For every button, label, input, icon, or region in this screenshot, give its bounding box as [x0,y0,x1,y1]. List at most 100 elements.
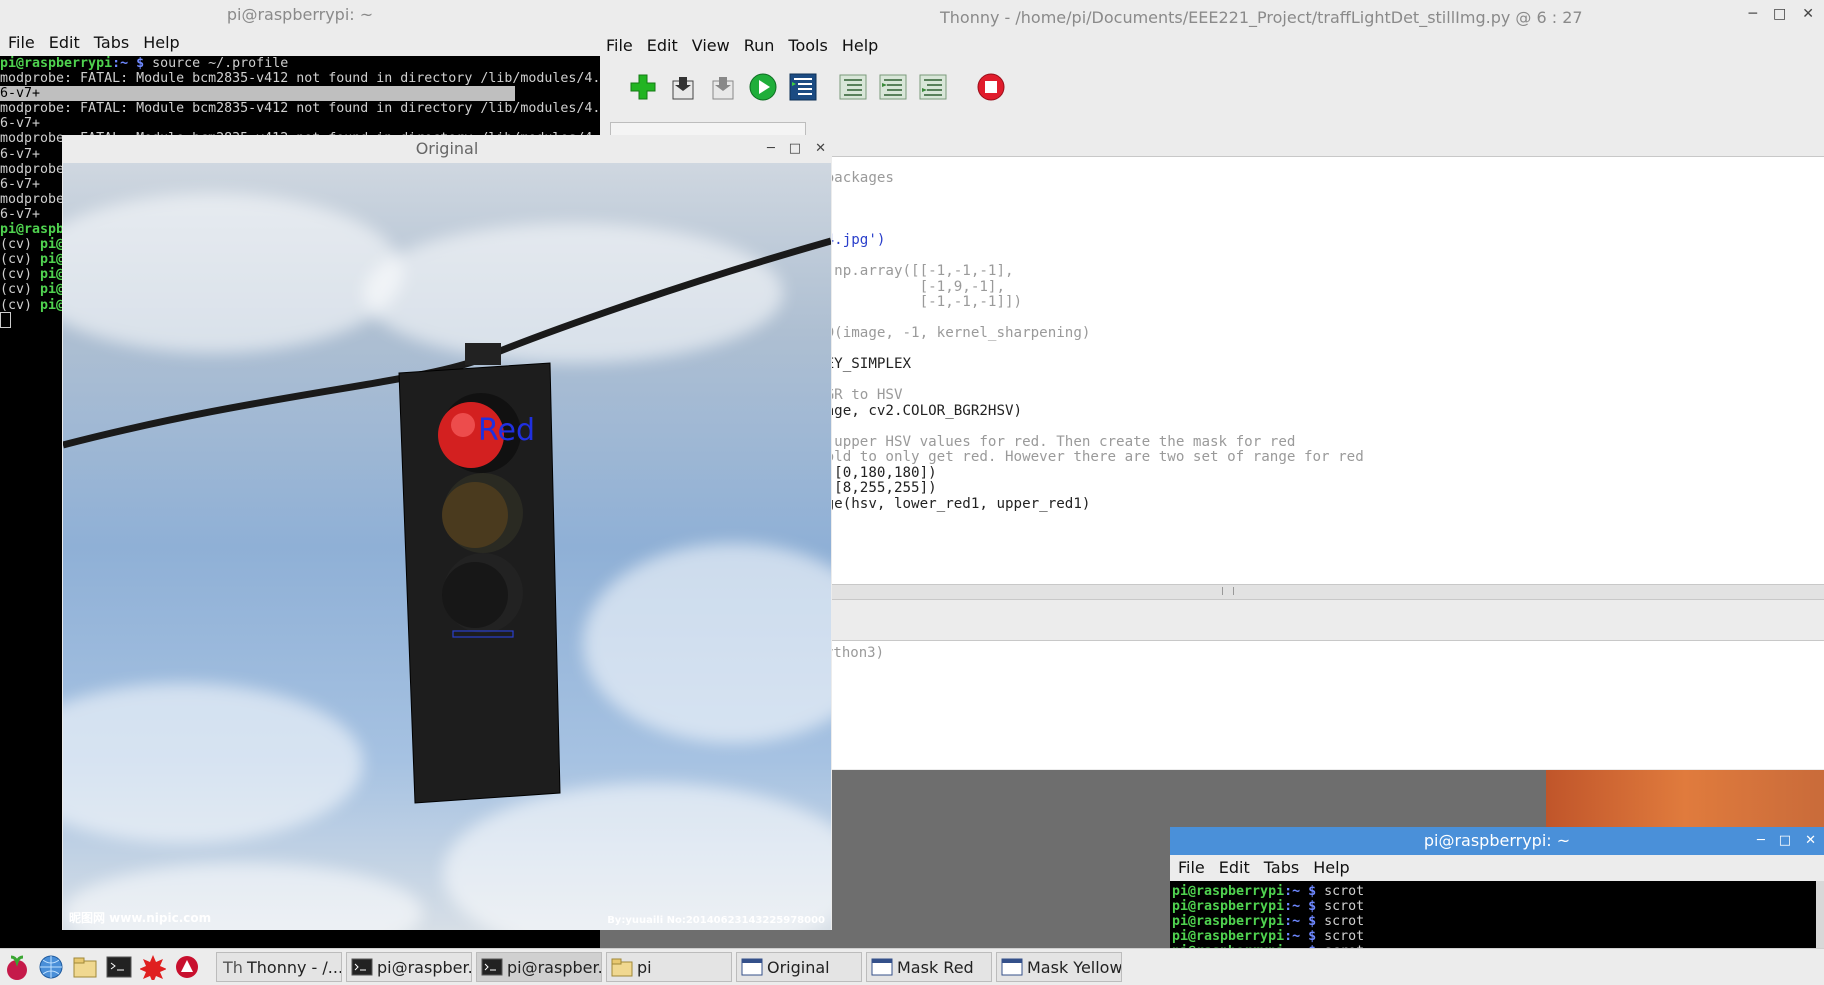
thonny-title: Thonny - /home/pi/Documents/EEE221_Proje… [940,8,1583,27]
terminal-title: pi@raspberrypi: ~ [1423,831,1571,850]
menu-view[interactable]: View [692,36,730,55]
line-text: 6-v7+ [0,206,41,222]
menu-help[interactable]: Help [143,30,179,56]
thonny-menubar: File Edit View Run Tools Help [606,36,878,55]
terminal-line: modprobe: FATAL: Module bcm2835-v412 not… [0,71,600,86]
maximize-icon[interactable]: □ [1773,6,1786,22]
menu-help[interactable]: Help [842,36,878,55]
terminal-icon[interactable] [102,950,136,984]
close-icon[interactable]: ✕ [1802,6,1814,22]
minimize-icon[interactable]: ─ [1749,6,1757,22]
load-icon[interactable] [708,72,738,102]
raspberry-menu-icon[interactable] [0,950,34,984]
prompt-path: :~ $ [1284,899,1317,914]
terminal-line: pi@raspberrypi:~ $ scrot [1172,929,1822,944]
step-into-icon[interactable] [878,72,908,102]
prompt-user: pi@ [40,267,65,283]
line-text: 6-v7+ [0,146,41,162]
code-line: RSHEY_SIMPLEX [800,356,912,372]
thonny-toolbar [628,72,1006,102]
prompt-user: pi@ [40,297,65,313]
wolfram-icon[interactable] [170,950,204,984]
terminal-title: pi@raspberrypi: ~ [0,0,600,30]
menu-tabs[interactable]: Tabs [1264,855,1299,881]
taskbar-label: pi@raspber... [377,957,472,977]
taskbar-label: Original [767,957,830,977]
save-icon[interactable] [668,72,698,102]
menu-file[interactable]: File [606,36,633,55]
taskbar-item[interactable]: Th Thonny - /... [216,952,342,982]
close-icon[interactable]: ✕ [815,135,826,163]
code-line: ('14.jpg') [800,232,886,248]
taskbar-item[interactable]: Mask Red [866,952,992,982]
minimize-icon[interactable]: ─ [767,135,775,163]
menu-edit[interactable]: Edit [1219,855,1250,881]
menu-help[interactable]: Help [1313,855,1349,881]
image-window-title: Original [415,139,479,158]
terminal-line: 6-v7+ [0,116,600,131]
browser-icon[interactable] [34,950,68,984]
line-text: source ~/.profile [144,56,289,71]
menu-edit[interactable]: Edit [49,30,80,56]
venv-prefix: (cv) [0,237,41,253]
traffic-light-drawing [63,237,831,804]
image-window-original[interactable]: Original ─ □ ✕ Red 昵图网 www.nipic.com By:… [62,135,832,930]
step-over-icon[interactable] [838,72,868,102]
minimize-icon[interactable]: ─ [1757,827,1765,855]
code-line: m BGR to HSV [800,387,903,403]
prompt-user: pi@raspb [0,222,65,238]
taskbar-item[interactable]: pi@raspber... [346,952,472,982]
taskbar-label: Mask Red [897,957,974,977]
line-text: scrot [1316,929,1365,944]
stop-icon[interactable] [976,72,1006,102]
prompt-user: pi@ [40,252,65,268]
taskbar-item[interactable]: Original [736,952,862,982]
line-text: scrot [1316,914,1365,929]
traffic-light-photo: Red 昵图网 www.nipic.com By:yuuaili No:2014… [63,163,831,930]
terminal-menubar: File Edit Tabs Help [1170,855,1824,881]
line-text: scrot [1316,899,1365,914]
taskbar-label: Thonny - /... [247,957,342,977]
run-icon[interactable] [748,72,778,102]
menu-file[interactable]: File [8,30,35,56]
desktop-wallpaper [1546,770,1824,827]
menu-tools[interactable]: Tools [788,36,827,55]
line-text: scrot [1316,884,1365,899]
window-icon [871,957,893,977]
window-icon [741,957,763,977]
code-line: [-1,-1,-1]]) [800,294,1023,310]
taskbar-item[interactable]: Mask Yellow [996,952,1122,982]
terminal-cursor [0,312,11,328]
line-text: modprobe [0,161,65,177]
menu-tabs[interactable]: Tabs [94,30,129,56]
maximize-icon[interactable]: □ [1779,827,1791,855]
step-out-icon[interactable] [918,72,948,102]
new-file-icon[interactable] [628,72,658,102]
close-icon[interactable]: ✕ [1805,827,1816,855]
line-text: modprobe [0,191,65,207]
taskbar-item[interactable]: pi [606,952,732,982]
terminal-line: pi@raspberrypi:~ $ scrot [1172,914,1822,929]
file-manager-icon[interactable] [68,950,102,984]
menu-file[interactable]: File [1178,855,1205,881]
shell-text: ython3) [825,645,885,661]
line-text: 6-v7+ [0,176,41,192]
menu-run[interactable]: Run [744,36,775,55]
prompt-path: :~ $ [112,56,145,71]
math-icon[interactable] [136,950,170,984]
svg-text:Th: Th [222,958,243,977]
taskbar-item[interactable]: pi@raspber... [476,952,602,982]
line-text: 6-v7+ [0,116,41,132]
code-line: ay packages [800,170,894,186]
venv-prefix: (cv) [0,267,41,283]
task-list: ThThonny - /... pi@raspber... pi@raspber..… [212,952,1122,982]
maximize-icon[interactable]: □ [789,135,801,163]
window-controls: ─ □ ✕ [1749,6,1814,22]
debug-icon[interactable] [788,72,818,102]
menu-edit[interactable]: Edit [647,36,678,55]
venv-prefix: (cv) [0,252,41,268]
terminal-line: pi@raspberrypi:~ $ scrot [1172,884,1822,899]
venv-prefix: (cv) [0,297,41,313]
